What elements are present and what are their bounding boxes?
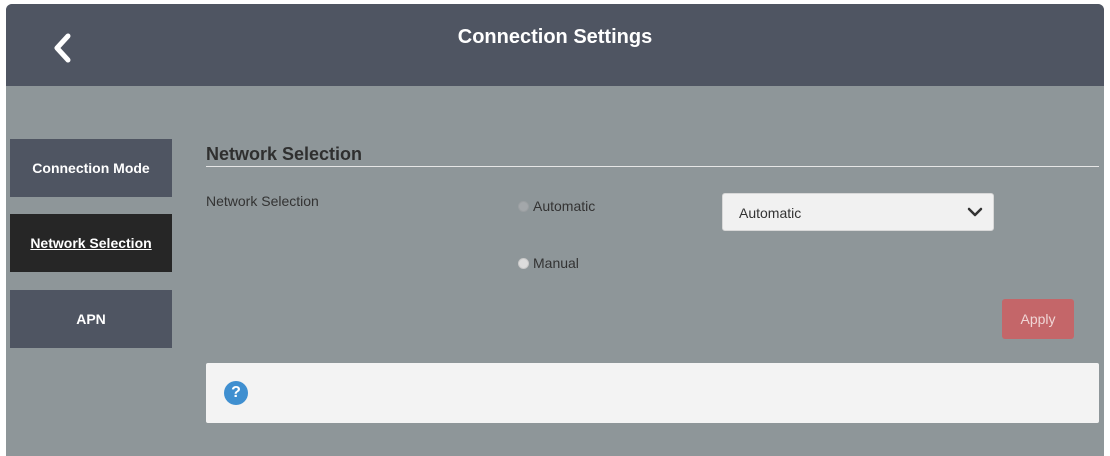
radio-automatic[interactable]: Automatic: [518, 198, 595, 214]
sidebar-item-label: Network Selection: [30, 235, 152, 251]
radio-manual-indicator[interactable]: [518, 257, 529, 269]
section-divider: [206, 166, 1099, 167]
help-icon-glyph: ?: [231, 384, 241, 401]
radio-automatic-indicator[interactable]: [518, 200, 529, 212]
radio-automatic-label: Automatic: [533, 198, 596, 214]
section-title: Network Selection: [206, 144, 363, 164]
sidebar-item-network-selection[interactable]: Network Selection: [10, 214, 172, 272]
sidebar-item-connection-mode[interactable]: Connection Mode: [10, 139, 172, 197]
header-bar: Connection Settings: [6, 4, 1104, 86]
help-icon[interactable]: ?: [224, 381, 248, 405]
help-panel: ?: [206, 363, 1099, 423]
apply-button[interactable]: Apply: [1002, 299, 1074, 339]
radio-manual[interactable]: Manual: [518, 255, 579, 271]
app-frame: Connection Settings Connection Mode Netw…: [6, 4, 1104, 456]
chevron-down-icon: [967, 207, 983, 217]
radio-manual-label: Manual: [533, 255, 579, 271]
sidebar-item-label: APN: [76, 311, 106, 327]
sidebar-item-label: Connection Mode: [32, 160, 150, 176]
page-title: Connection Settings: [457, 26, 653, 48]
network-mode-select[interactable]: Automatic: [722, 193, 994, 231]
sidebar-item-apn[interactable]: APN: [10, 290, 172, 348]
network-selection-label: Network Selection: [206, 193, 319, 209]
select-value: Automatic: [739, 205, 802, 221]
